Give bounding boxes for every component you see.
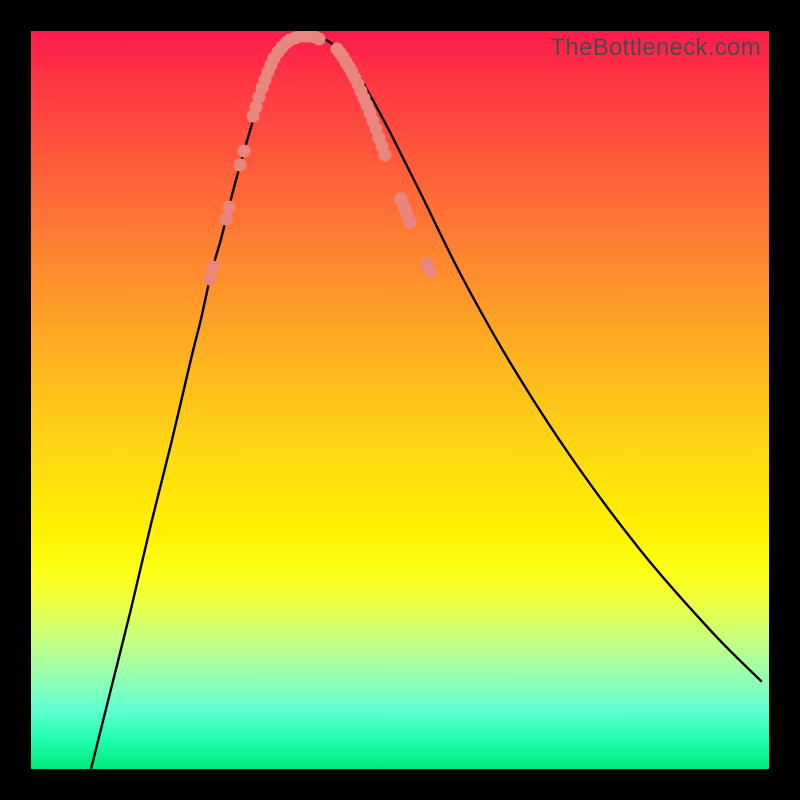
data-point xyxy=(234,159,247,172)
bottleneck-curve xyxy=(91,36,761,769)
data-point xyxy=(424,265,437,278)
data-point xyxy=(379,149,392,162)
plot-area: TheBottleneck.com xyxy=(31,31,769,769)
watermark-text: TheBottleneck.com xyxy=(550,34,761,62)
data-point xyxy=(220,213,233,226)
chart-svg xyxy=(31,31,769,769)
data-point xyxy=(207,261,220,274)
data-point xyxy=(204,273,217,286)
data-point xyxy=(223,201,236,214)
data-point xyxy=(238,145,251,158)
data-point xyxy=(404,216,417,229)
marker-group xyxy=(204,31,437,286)
chart-frame: TheBottleneck.com xyxy=(0,0,800,800)
data-point xyxy=(313,33,326,46)
